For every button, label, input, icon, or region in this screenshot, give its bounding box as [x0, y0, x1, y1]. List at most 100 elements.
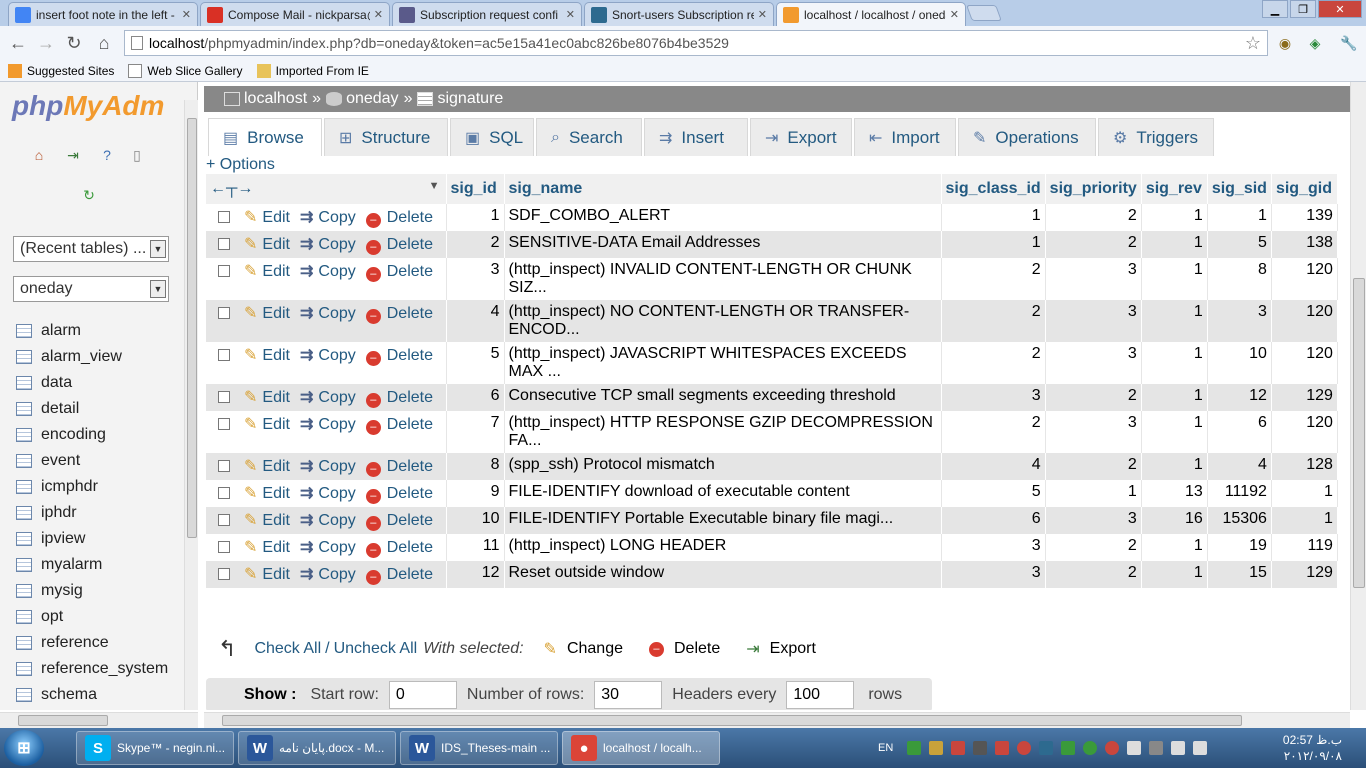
main-vertical-scrollbar[interactable] — [1350, 82, 1366, 710]
tray-icon[interactable] — [929, 741, 944, 755]
logout-icon[interactable]: ⇥ — [64, 146, 82, 164]
nav-table-item[interactable]: mysig — [16, 578, 168, 604]
column-header-sig_class_id[interactable]: sig_class_id — [941, 174, 1046, 204]
forward-arrow-icon[interactable]: → — [34, 31, 58, 55]
tab-operations[interactable]: ✎ Operations — [958, 118, 1096, 156]
tab-structure[interactable]: ⊞ Structure — [324, 118, 448, 156]
edit-row-button[interactable]: ✎ Edit — [244, 416, 290, 433]
nav-scrollbar[interactable] — [184, 100, 198, 710]
tray-icon[interactable] — [1105, 741, 1120, 755]
nav-table-item[interactable]: iphdr — [16, 500, 168, 526]
tray-icon[interactable] — [907, 741, 922, 755]
tray-icon[interactable] — [1127, 741, 1142, 755]
copy-row-button[interactable]: ⇉ Copy — [290, 512, 356, 529]
edit-row-button[interactable]: ✎ Edit — [244, 485, 290, 502]
check-all-link[interactable]: Check All — [254, 640, 321, 658]
row-checkbox[interactable] — [218, 568, 230, 580]
nav-table-item[interactable]: icmphdr — [16, 474, 168, 500]
nav-table-item[interactable]: myalarm — [16, 552, 168, 578]
breadcrumb-server[interactable]: localhost — [224, 90, 307, 108]
nav-table-item[interactable]: opt — [16, 604, 168, 630]
tab-import[interactable]: ⇤ Import — [854, 118, 956, 156]
row-checkbox[interactable] — [218, 418, 230, 430]
edit-row-button[interactable]: ✎ Edit — [244, 458, 290, 475]
column-header-sig_priority[interactable]: sig_priority — [1045, 174, 1142, 204]
reload-icon[interactable]: ↻ — [80, 186, 98, 204]
uncheck-all-link[interactable]: Uncheck All — [334, 640, 418, 658]
tray-icon[interactable] — [1017, 741, 1032, 755]
tray-icon[interactable] — [1039, 741, 1054, 755]
column-nav-arrows[interactable]: ←┬→ ▼ — [206, 174, 447, 204]
new-tab-button[interactable] — [966, 5, 1002, 21]
delete-selected-button[interactable]: – Delete — [648, 640, 720, 658]
close-tab-icon[interactable]: ✕ — [182, 8, 191, 21]
bookmark-imported-from-ie[interactable]: Imported From IE — [256, 63, 369, 78]
language-indicator[interactable]: EN — [878, 742, 893, 754]
column-header-sig_gid[interactable]: sig_gid — [1271, 174, 1338, 204]
address-bar[interactable]: localhost/phpmyadmin/index.php?db=oneday… — [124, 30, 1268, 56]
taskbar-button[interactable]: ● localhost / localh... — [562, 731, 720, 765]
edit-row-button[interactable]: ✎ Edit — [244, 566, 290, 583]
tab-sql[interactable]: ▣ SQL — [450, 118, 534, 156]
database-select[interactable]: oneday ▼ — [13, 276, 169, 302]
tray-icon[interactable] — [973, 741, 988, 755]
reload-icon[interactable]: ↻ — [62, 31, 86, 55]
nav-table-item[interactable]: reference — [16, 630, 168, 656]
bookmark-star-icon[interactable]: ☆ — [1245, 33, 1261, 54]
back-arrow-icon[interactable]: ← — [6, 31, 30, 55]
delete-row-button[interactable]: – Delete — [356, 389, 433, 408]
tray-icon[interactable] — [1061, 741, 1076, 755]
delete-row-button[interactable]: – Delete — [356, 236, 433, 255]
taskbar-button[interactable]: S Skype™ - negin.ni... — [76, 731, 234, 765]
documentation-icon[interactable]: ▯ — [128, 146, 146, 164]
bookmark-web-slice-gallery[interactable]: Web Slice Gallery — [128, 63, 243, 78]
edit-row-button[interactable]: ✎ Edit — [244, 539, 290, 556]
minimize-button[interactable]: ▁ — [1262, 0, 1288, 18]
breadcrumb-database[interactable]: oneday — [326, 90, 399, 108]
extension-icon[interactable]: ◈ — [1306, 34, 1324, 52]
row-checkbox[interactable] — [218, 211, 230, 223]
delete-row-button[interactable]: – Delete — [356, 512, 433, 531]
nav-table-item[interactable]: event — [16, 448, 168, 474]
delete-row-button[interactable]: – Delete — [356, 347, 433, 366]
nav-table-item[interactable]: data — [16, 370, 168, 396]
home-icon[interactable]: ⌂ — [30, 146, 48, 164]
sort-desc-icon[interactable]: ▼ — [429, 180, 440, 192]
edit-row-button[interactable]: ✎ Edit — [244, 209, 290, 226]
recent-tables-select[interactable]: (Recent tables) ... ▼ — [13, 236, 169, 262]
row-checkbox[interactable] — [218, 487, 230, 499]
close-tab-icon[interactable]: ✕ — [758, 8, 767, 21]
main-horizontal-scrollbar[interactable] — [204, 712, 1350, 728]
taskbar-button[interactable]: W پایان نامه.docx - M... — [238, 731, 396, 765]
copy-row-button[interactable]: ⇉ Copy — [290, 485, 356, 502]
delete-row-button[interactable]: – Delete — [356, 485, 433, 504]
tab-export[interactable]: ⇥ Export — [750, 118, 852, 156]
edit-row-button[interactable]: ✎ Edit — [244, 305, 290, 322]
tab-search[interactable]: ⌕ Search — [536, 118, 642, 156]
delete-row-button[interactable]: – Delete — [356, 209, 433, 228]
tray-icon[interactable] — [951, 741, 966, 755]
row-checkbox[interactable] — [218, 460, 230, 472]
browser-tab[interactable]: Compose Mail - nickparsa@ ✕ — [200, 2, 390, 26]
row-checkbox[interactable] — [218, 349, 230, 361]
edit-row-button[interactable]: ✎ Edit — [244, 389, 290, 406]
headers-every-input[interactable] — [786, 681, 855, 709]
taskbar-button[interactable]: W IDS_Theses-main ... — [400, 731, 558, 765]
nav-table-item[interactable]: detail — [16, 396, 168, 422]
options-toggle[interactable]: + Options — [206, 156, 275, 174]
tray-icon[interactable] — [1083, 741, 1098, 755]
copy-row-button[interactable]: ⇉ Copy — [290, 539, 356, 556]
column-header-sig_id[interactable]: sig_id — [446, 174, 505, 204]
copy-row-button[interactable]: ⇉ Copy — [290, 236, 356, 253]
delete-row-button[interactable]: – Delete — [356, 416, 433, 435]
column-header-sig_sid[interactable]: sig_sid — [1207, 174, 1272, 204]
browser-tab[interactable]: localhost / localhost / oneda ✕ — [776, 2, 966, 26]
copy-row-button[interactable]: ⇉ Copy — [290, 566, 356, 583]
nav-table-item[interactable]: reference_system — [16, 656, 168, 682]
tab-triggers[interactable]: ⚙ Triggers — [1098, 118, 1214, 156]
row-checkbox[interactable] — [218, 541, 230, 553]
nav-table-item[interactable]: alarm_view — [16, 344, 168, 370]
copy-row-button[interactable]: ⇉ Copy — [290, 389, 356, 406]
maximize-button[interactable]: ❐ — [1290, 0, 1316, 18]
nav-table-item[interactable]: ipview — [16, 526, 168, 552]
